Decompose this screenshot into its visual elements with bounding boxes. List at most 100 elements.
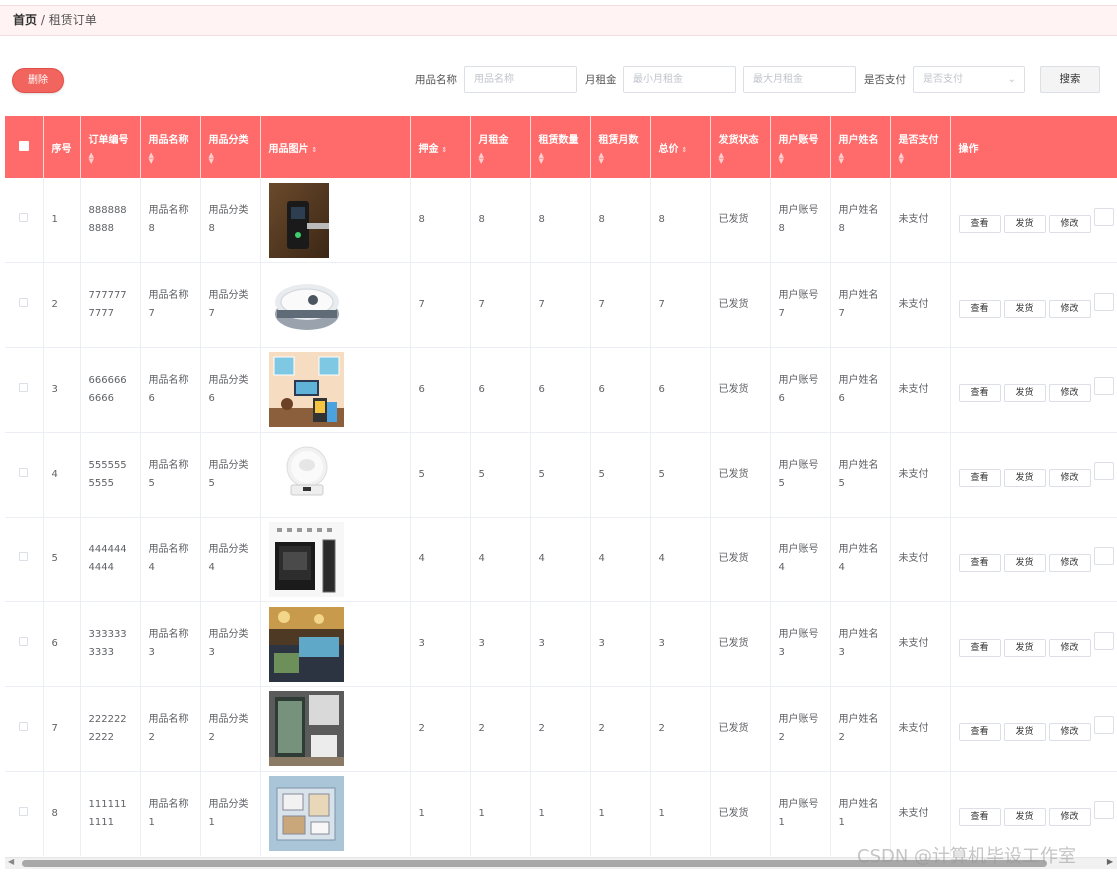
view-button[interactable]: 查看: [958, 808, 1001, 827]
ship-button[interactable]: 发货: [1003, 638, 1046, 657]
delete-row-button[interactable]: [1093, 377, 1114, 396]
col-header-name[interactable]: 用品名称 ▲ ▼: [140, 116, 201, 178]
delete-row-button[interactable]: [1093, 292, 1114, 311]
row-checkbox[interactable]: [19, 382, 29, 392]
edit-button[interactable]: 修改: [1048, 808, 1091, 827]
ship-button[interactable]: 发货: [1003, 469, 1046, 488]
chevron-down-icon: ⌄: [1007, 74, 1016, 85]
cell-actions: 查看 发货 修改: [950, 517, 1117, 603]
ship-button[interactable]: 发货: [1003, 723, 1046, 742]
name-search-input[interactable]: 用品名称: [464, 66, 577, 93]
row-checkbox[interactable]: [19, 806, 29, 816]
paid-select[interactable]: 是否支付 ⌄: [913, 66, 1025, 93]
cell-monthly-rent: 1: [470, 771, 531, 856]
edit-button[interactable]: 修改: [1048, 469, 1091, 488]
edit-button[interactable]: 修改: [1048, 214, 1091, 233]
cell-actions: 查看 发货 修改: [950, 686, 1117, 772]
delete-row-button[interactable]: [1093, 801, 1114, 820]
ship-button[interactable]: 发货: [1003, 384, 1046, 403]
cell-deposit: 3: [410, 601, 471, 687]
min-rent-input[interactable]: 最小月租金: [623, 66, 736, 93]
delete-row-button[interactable]: [1093, 546, 1114, 565]
cell-account: 用户账号1: [770, 771, 831, 856]
breadcrumb-separator: /: [37, 13, 49, 27]
ship-button[interactable]: 发货: [1003, 553, 1046, 572]
row-checkbox[interactable]: [19, 637, 29, 647]
col-header-total[interactable]: 总价 ⇕: [650, 116, 711, 178]
col-header-image[interactable]: 用品图片 ⇕: [260, 116, 411, 178]
delete-row-button[interactable]: [1093, 631, 1114, 650]
max-rent-input[interactable]: 最大月租金: [743, 66, 856, 93]
cell-paid: 未支付: [890, 347, 951, 433]
product-image: [268, 267, 344, 343]
cell-ship-status: 已发货: [710, 517, 771, 603]
cell-name: 用品名称8: [140, 178, 201, 264]
cell-user-name: 用户姓名6: [830, 347, 891, 433]
breadcrumb-home[interactable]: 首页: [13, 13, 37, 27]
view-button[interactable]: 查看: [958, 469, 1001, 488]
cell-name: 用品名称7: [140, 262, 201, 348]
sort-icon: ⇕: [681, 145, 688, 154]
col-header-account[interactable]: 用户账号 ▲ ▼: [770, 116, 831, 178]
col-header-deposit[interactable]: 押金 ⇕: [410, 116, 471, 178]
view-button[interactable]: 查看: [958, 638, 1001, 657]
col-header-months[interactable]: 租赁月数 ▲ ▼: [590, 116, 651, 178]
view-button[interactable]: 查看: [958, 299, 1001, 318]
scroll-right-icon[interactable]: ▶: [1107, 857, 1113, 866]
row-checkbox-cell: [5, 432, 44, 518]
col-header-qty[interactable]: 租赁数量 ▲ ▼: [530, 116, 591, 178]
view-button[interactable]: 查看: [958, 384, 1001, 403]
scroll-left-icon[interactable]: ◀: [8, 857, 14, 866]
col-header-category[interactable]: 用品分类 ▲ ▼: [200, 116, 261, 178]
select-all-checkbox[interactable]: [5, 116, 44, 178]
orders-table: 序号 订单编号 ▲ ▼ 用品名称 ▲ ▼ 用品分类 ▲ ▼ 用品图片 ⇕ 押金 ⇕ 月租金 ▲ ▼ …: [5, 116, 1117, 856]
view-button[interactable]: 查看: [958, 214, 1001, 233]
delete-row-button[interactable]: [1093, 716, 1114, 735]
row-checkbox[interactable]: [19, 552, 29, 562]
delete-button[interactable]: 删除: [12, 68, 64, 93]
cell-user-name: 用户姓名5: [830, 432, 891, 518]
sort-icon: ▲ ▼: [778, 150, 784, 165]
edit-button[interactable]: 修改: [1048, 723, 1091, 742]
row-checkbox[interactable]: [19, 721, 29, 731]
filter-label-name: 用品名称: [415, 74, 457, 86]
view-button[interactable]: 查看: [958, 553, 1001, 572]
row-checkbox[interactable]: [19, 213, 29, 223]
edit-button[interactable]: 修改: [1048, 384, 1091, 403]
cell-order-no: 8888888888: [80, 178, 141, 264]
ship-button[interactable]: 发货: [1003, 299, 1046, 318]
cell-order-no: 3333333333: [80, 601, 141, 687]
ship-button[interactable]: 发货: [1003, 214, 1046, 233]
col-header-monthly-rent[interactable]: 月租金 ▲ ▼: [470, 116, 531, 178]
cell-image: [260, 178, 411, 264]
row-checkbox-cell: [5, 517, 44, 603]
cell-qty: 3: [530, 601, 591, 687]
cell-qty: 1: [530, 771, 591, 856]
filter-label-rent: 月租金: [585, 74, 617, 86]
table-row: 7 2222222222 用品名称2 用品分类2 2 2 2 2 2 已发货 用户账号2 用户姓名2 未…: [5, 686, 1117, 772]
cell-account: 用户账号2: [770, 686, 831, 772]
cell-qty: 7: [530, 262, 591, 348]
col-header-order-no[interactable]: 订单编号 ▲ ▼: [80, 116, 141, 178]
cell-months: 4: [590, 517, 651, 603]
row-checkbox[interactable]: [19, 467, 29, 477]
col-header-ship-status[interactable]: 发货状态 ▲ ▼: [710, 116, 771, 178]
row-checkbox[interactable]: [19, 298, 29, 308]
view-button[interactable]: 查看: [958, 723, 1001, 742]
edit-button[interactable]: 修改: [1048, 553, 1091, 572]
sort-icon: ▲ ▼: [598, 150, 604, 165]
delete-row-button[interactable]: [1093, 462, 1114, 481]
cell-monthly-rent: 8: [470, 178, 531, 264]
edit-button[interactable]: 修改: [1048, 299, 1091, 318]
cell-account: 用户账号4: [770, 517, 831, 603]
delete-row-button[interactable]: [1093, 207, 1114, 226]
search-button[interactable]: 搜索: [1040, 66, 1100, 93]
product-image: [268, 437, 344, 513]
cell-deposit: 8: [410, 178, 471, 264]
col-header-paid[interactable]: 是否支付 ▲ ▼: [890, 116, 951, 178]
edit-button[interactable]: 修改: [1048, 638, 1091, 657]
cell-category: 用品分类3: [200, 601, 261, 687]
ship-button[interactable]: 发货: [1003, 808, 1046, 827]
col-header-user-name[interactable]: 用户姓名 ▲ ▼: [830, 116, 891, 178]
sort-icon: ▲ ▼: [838, 150, 844, 165]
